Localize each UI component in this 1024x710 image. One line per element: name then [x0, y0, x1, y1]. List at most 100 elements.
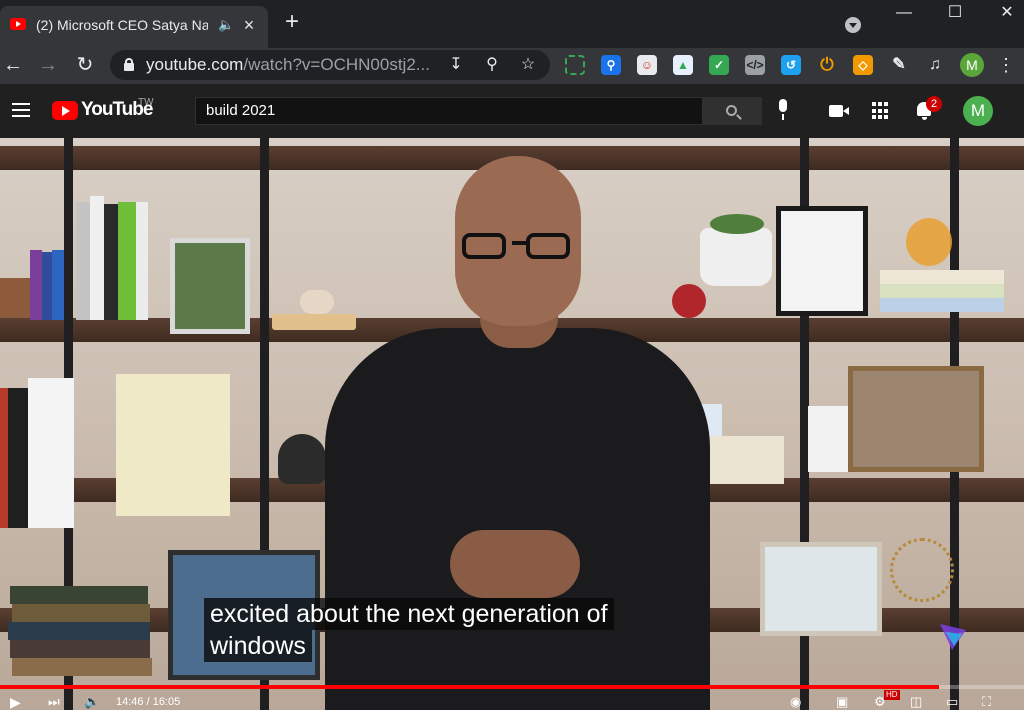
microphone-icon[interactable]: [772, 99, 794, 123]
book: [90, 196, 104, 320]
youtube-account-avatar[interactable]: M: [963, 96, 993, 126]
jars: [0, 278, 30, 318]
back-arrow-icon[interactable]: ←: [0, 52, 26, 78]
reload-icon[interactable]: ↻: [72, 52, 98, 78]
maximize-window-button[interactable]: ☐: [940, 4, 970, 24]
miniplayer-icon[interactable]: ◫: [910, 694, 922, 710]
bookmark-star-icon[interactable]: ☆: [518, 55, 538, 75]
book: [880, 270, 1004, 284]
url-path: /watch?v=OCHN00stj2...: [243, 55, 430, 74]
book: [880, 284, 1004, 298]
youtube-logo-icon[interactable]: [52, 101, 78, 120]
screenshot-extension-icon[interactable]: [565, 55, 585, 75]
plant: [710, 214, 764, 234]
search-button[interactable]: [702, 97, 762, 125]
search-input[interactable]: build 2021: [195, 97, 703, 125]
caption-window: excited about the next generation of win…: [204, 598, 614, 662]
browser-toolbar: ← → ↻ youtube.com/watch?v=OCHN00stj2... …: [0, 48, 1024, 84]
code-editor-extension-icon[interactable]: ◇: [853, 55, 873, 75]
fullscreen-icon[interactable]: ⛶: [982, 694, 991, 710]
browser-profile-avatar[interactable]: M: [960, 53, 984, 77]
hd-badge: HD: [884, 690, 900, 700]
theater-mode-icon[interactable]: ▭: [946, 694, 958, 710]
tab-title: (2) Microsoft CEO Satya Na: [36, 17, 208, 33]
volume-icon[interactable]: 🔈: [84, 694, 100, 710]
sunburst-sculpture: [890, 538, 954, 602]
tab-search-icon[interactable]: [845, 17, 861, 33]
next-icon[interactable]: ⏭: [48, 694, 60, 710]
plant-pot: [700, 228, 772, 286]
book: [136, 202, 148, 320]
book: [10, 586, 148, 604]
minimize-window-button[interactable]: —: [889, 4, 919, 24]
new-tab-button[interactable]: +: [280, 10, 304, 36]
book: [42, 252, 52, 320]
baseball: [300, 290, 334, 314]
media-control-icon[interactable]: ♫: [925, 55, 945, 75]
book: [12, 658, 152, 676]
avatar-extension-icon[interactable]: ☺: [637, 55, 657, 75]
url-host: youtube.com: [146, 55, 244, 74]
wooden-stand: [272, 314, 356, 330]
zoom-icon[interactable]: ⚲: [482, 55, 502, 75]
notes-extension-icon[interactable]: ▲: [673, 55, 693, 75]
power-extension-icon[interactable]: ⏻: [817, 55, 837, 75]
search-extension-icon[interactable]: ⚲: [601, 55, 621, 75]
address-bar[interactable]: youtube.com/watch?v=OCHN00stj2... ↧ ⚲ ☆: [110, 50, 550, 80]
channel-watermark-icon[interactable]: [936, 620, 970, 654]
close-tab-icon[interactable]: ×: [240, 16, 258, 34]
address-url[interactable]: youtube.com/watch?v=OCHN00stj2...: [146, 55, 446, 75]
subtitles-icon[interactable]: ▣: [836, 694, 848, 710]
translate-extension-icon[interactable]: ↺: [781, 55, 801, 75]
search-input-value: build 2021: [206, 102, 276, 119]
framed-photo: [760, 542, 882, 636]
code-extension-icon[interactable]: </>: [745, 55, 765, 75]
inbox-extension-icon[interactable]: ✓: [709, 55, 729, 75]
book: [12, 604, 150, 622]
book: [52, 250, 64, 320]
book: [76, 202, 90, 320]
book: [10, 640, 150, 658]
video-player[interactable]: excited about the next generation of win…: [0, 138, 1024, 710]
create-video-icon[interactable]: [829, 100, 851, 122]
book: [118, 202, 136, 320]
caption-line-2: windows: [204, 630, 312, 662]
forward-arrow-icon[interactable]: →: [35, 52, 61, 78]
play-icon[interactable]: ▶: [10, 694, 21, 710]
audio-playing-icon[interactable]: 🔈: [218, 17, 234, 33]
book: [8, 622, 150, 640]
time-display: 14:46 / 16:05: [116, 696, 181, 708]
presenter-glasses: [462, 231, 578, 265]
youtube-favicon-icon: [10, 18, 26, 30]
search-icon: [726, 105, 737, 116]
close-window-button[interactable]: ✕: [992, 4, 1022, 24]
browser-tab-strip: (2) Microsoft CEO Satya Na 🔈 × + — ☐ ✕: [0, 0, 1024, 48]
octocat-figure: [278, 434, 326, 484]
menu-kebab-icon[interactable]: ⋮: [996, 52, 1016, 78]
framed-art: [776, 206, 868, 316]
visual-cpp-box: [116, 374, 230, 516]
hamburger-menu-icon[interactable]: [12, 103, 30, 117]
video-progress-bar[interactable]: [0, 685, 1024, 689]
download-icon[interactable]: ↧: [446, 55, 466, 75]
caption-line-1: excited about the next generation of: [204, 598, 614, 630]
extensions-puzzle-icon[interactable]: ✎: [889, 55, 909, 75]
presenter-hands: [450, 530, 580, 598]
autoplay-toggle[interactable]: ◉: [790, 694, 801, 710]
family-photo-frame: [170, 238, 250, 334]
book: [880, 298, 1004, 312]
browser-tab-active[interactable]: (2) Microsoft CEO Satya Na 🔈 ×: [0, 6, 268, 48]
group-photo-frame: [848, 366, 984, 472]
video-progress-played: [0, 685, 939, 689]
lock-icon[interactable]: [124, 58, 134, 71]
cricket-ball: [672, 284, 706, 318]
glass-vase: [906, 218, 952, 266]
book: [104, 204, 118, 320]
book: [30, 250, 42, 320]
country-code: TW: [138, 97, 154, 108]
notifications-badge: 2: [926, 96, 942, 112]
apps-grid-icon[interactable]: [870, 100, 892, 122]
book: [0, 388, 8, 528]
youtube-masthead: YouTube TW build 2021 2 M: [0, 84, 1024, 138]
book: [28, 378, 74, 528]
